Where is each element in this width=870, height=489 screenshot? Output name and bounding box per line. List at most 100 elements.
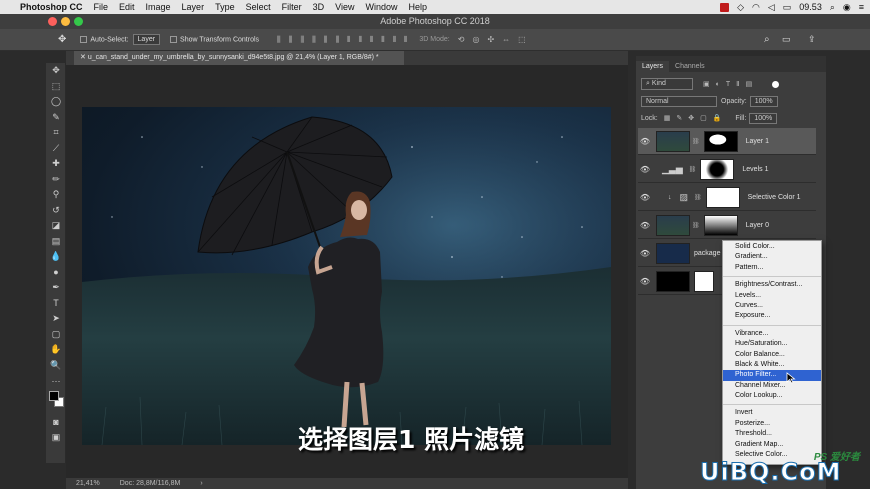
opacity-field[interactable]: 100% bbox=[749, 95, 778, 107]
search-icon[interactable]: ⌕ bbox=[830, 2, 835, 13]
app-menu[interactable]: Photoshop CC bbox=[20, 2, 83, 12]
gradient-tool-icon[interactable]: ▤ bbox=[46, 234, 66, 250]
menu-item-threshold[interactable]: Threshold... bbox=[723, 429, 821, 439]
lasso-tool-icon[interactable]: ◯ bbox=[46, 94, 66, 110]
close-icon[interactable] bbox=[48, 17, 57, 26]
status-arrow-icon[interactable]: › bbox=[200, 480, 202, 487]
layer-row[interactable]: 👁 ▁▃▅ ⛓ Levels 1 bbox=[638, 156, 816, 183]
dropbox-icon[interactable]: ◇ bbox=[737, 2, 744, 13]
fill-field[interactable]: 100% bbox=[749, 112, 778, 124]
eyedropper-tool-icon[interactable]: ⟋ bbox=[46, 141, 66, 157]
layer-mask-thumbnail[interactable] bbox=[700, 158, 735, 180]
visibility-eye-icon[interactable]: 👁 bbox=[638, 165, 652, 174]
align-buttons[interactable]: ⫼ ⫼ ⫼ ⫼ ⫼ ⫼ ⫴ ⫴ ⫴ ⫴ ⫴ ⫴ bbox=[277, 35, 407, 45]
menu-item-vibrance[interactable]: Vibrance... bbox=[723, 329, 821, 339]
menu-item-color-balance[interactable]: Color Balance... bbox=[723, 350, 821, 360]
wifi-icon[interactable]: ◠ bbox=[752, 2, 760, 13]
menu-item-posterize[interactable]: Posterize... bbox=[723, 419, 821, 429]
path-select-tool-icon[interactable]: ➤ bbox=[46, 311, 66, 327]
layer-name[interactable]: package bbox=[694, 250, 720, 257]
menu-item-levels[interactable]: Levels... bbox=[723, 291, 821, 301]
share-icon[interactable]: ⇪ bbox=[808, 34, 816, 45]
layer-row[interactable]: 👁 ⛓ Layer 1 bbox=[638, 128, 816, 155]
siri-icon[interactable]: ◉ bbox=[843, 2, 851, 13]
menu-edit[interactable]: Edit bbox=[119, 2, 135, 12]
minimize-icon[interactable] bbox=[61, 17, 70, 26]
menu-select[interactable]: Select bbox=[246, 2, 271, 12]
close-tab-icon[interactable]: ✕ bbox=[80, 54, 88, 61]
menu-list-icon[interactable]: ≡ bbox=[859, 2, 864, 12]
layer-name[interactable]: Layer 1 bbox=[746, 138, 769, 145]
quick-mask-icon[interactable]: ◙ bbox=[46, 415, 66, 431]
type-tool-icon[interactable]: T bbox=[46, 296, 66, 312]
crop-tool-icon[interactable]: ⌗ bbox=[46, 125, 66, 141]
menu-item-channel-mixer[interactable]: Channel Mixer... bbox=[723, 381, 821, 391]
menu-type[interactable]: Type bbox=[215, 2, 235, 12]
layer-row[interactable]: 👁 ↓ ▨ ⛓ Selective Color 1 bbox=[638, 184, 816, 211]
tab-channels[interactable]: Channels bbox=[669, 61, 711, 72]
menu-item-hue-saturation[interactable]: Hue/Saturation... bbox=[723, 339, 821, 349]
visibility-eye-icon[interactable]: 👁 bbox=[638, 221, 652, 230]
menu-item-brightness-contrast[interactable]: Brightness/Contrast... bbox=[723, 280, 821, 290]
3d-mode-buttons[interactable]: ⟲ ◎ ✣ ⇔ ⬚ bbox=[458, 35, 526, 44]
history-brush-icon[interactable]: ↺ bbox=[46, 203, 66, 219]
menu-item-color-lookup[interactable]: Color Lookup... bbox=[723, 391, 821, 401]
link-icon[interactable]: ⛓ bbox=[689, 166, 697, 173]
auto-select-dropdown[interactable]: Layer bbox=[132, 34, 161, 45]
dodge-tool-icon[interactable]: ● bbox=[46, 265, 66, 281]
menu-file[interactable]: File bbox=[94, 2, 109, 12]
menu-3d[interactable]: 3D bbox=[313, 2, 325, 12]
foreground-color-swatch[interactable] bbox=[49, 390, 59, 401]
more-tools-icon[interactable]: ··· bbox=[46, 373, 66, 389]
layer-mask-thumbnail[interactable] bbox=[694, 270, 714, 292]
marquee-tool-icon[interactable]: ⬚ bbox=[46, 79, 66, 95]
document-tab[interactable]: ✕ u_can_stand_under_my_umbrella_by_sunny… bbox=[74, 51, 404, 65]
visibility-eye-icon[interactable]: 👁 bbox=[638, 249, 652, 258]
menu-window[interactable]: Window bbox=[365, 2, 397, 12]
color-swatches[interactable] bbox=[46, 389, 66, 415]
menu-item-exposure[interactable]: Exposure... bbox=[723, 311, 821, 321]
doc-size[interactable]: Doc: 28,8M/116,8M bbox=[120, 480, 181, 487]
link-icon[interactable]: ⛓ bbox=[694, 194, 702, 201]
layer-name[interactable]: Levels 1 bbox=[742, 166, 768, 173]
menu-item-gradient[interactable]: Gradient... bbox=[723, 252, 821, 262]
filter-kind-dropdown[interactable]: ⌕ Kind bbox=[641, 78, 693, 90]
menu-help[interactable]: Help bbox=[408, 2, 427, 12]
hand-tool-icon[interactable]: ✋ bbox=[46, 342, 66, 358]
search-icon[interactable]: ⌕ bbox=[764, 34, 770, 45]
menu-item-curves[interactable]: Curves... bbox=[723, 301, 821, 311]
shape-tool-icon[interactable]: ▢ bbox=[46, 327, 66, 343]
layer-name[interactable]: Layer 0 bbox=[746, 222, 769, 229]
healing-brush-icon[interactable]: ✚ bbox=[46, 156, 66, 172]
visibility-eye-icon[interactable]: 👁 bbox=[638, 193, 652, 202]
layer-name[interactable]: Selective Color 1 bbox=[748, 194, 801, 201]
clone-stamp-icon[interactable]: ⚲ bbox=[46, 187, 66, 203]
volume-icon[interactable]: ◁ bbox=[768, 2, 775, 13]
menu-item-invert[interactable]: Invert bbox=[723, 408, 821, 418]
brush-tool-icon[interactable]: ✏ bbox=[46, 172, 66, 188]
menu-item-black-white[interactable]: Black & White... bbox=[723, 360, 821, 370]
layer-mask-thumbnail[interactable] bbox=[703, 130, 738, 152]
layer-mask-thumbnail[interactable] bbox=[705, 186, 740, 208]
link-icon[interactable]: ⛓ bbox=[692, 138, 700, 145]
clock[interactable]: 09.53 bbox=[799, 2, 822, 12]
menu-item-pattern[interactable]: Pattern... bbox=[723, 263, 821, 273]
workspace-icon[interactable]: ▭ bbox=[782, 34, 791, 45]
auto-select-checkbox[interactable]: Auto-Select: bbox=[80, 35, 129, 43]
record-icon[interactable] bbox=[720, 2, 730, 12]
visibility-eye-icon[interactable]: 👁 bbox=[638, 137, 652, 146]
eraser-tool-icon[interactable]: ◪ bbox=[46, 218, 66, 234]
tab-layers[interactable]: Layers bbox=[636, 61, 670, 72]
transform-controls-checkbox[interactable]: Show Transform Controls bbox=[170, 35, 259, 43]
pen-tool-icon[interactable]: ✒ bbox=[46, 280, 66, 296]
zoom-tool-icon[interactable]: 🔍 bbox=[46, 358, 66, 374]
document-canvas-image[interactable] bbox=[82, 107, 611, 445]
menu-item-solid-color[interactable]: Solid Color... bbox=[723, 242, 821, 252]
lock-icons[interactable]: ▦✎✥▢🔒 bbox=[664, 114, 728, 122]
layer-mask-thumbnail[interactable] bbox=[703, 214, 738, 236]
filter-icons[interactable]: ▣◐TⅡ▤ bbox=[703, 80, 758, 88]
maximize-icon[interactable] bbox=[74, 17, 83, 26]
blur-tool-icon[interactable]: 💧 bbox=[46, 249, 66, 265]
screen-mode-icon[interactable]: ▣ bbox=[46, 430, 66, 446]
menu-item-photo-filter[interactable]: Photo Filter... bbox=[723, 370, 821, 381]
